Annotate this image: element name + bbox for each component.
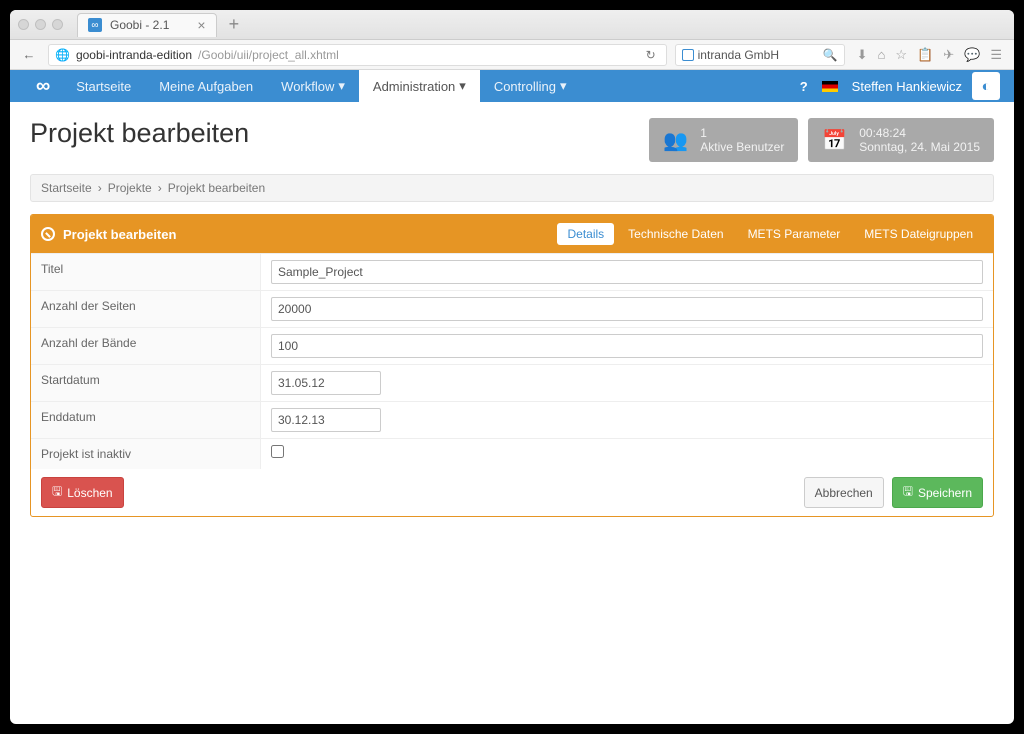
save-icon: 🖫 bbox=[52, 482, 62, 503]
main-content: Projekt bearbeiten 👥 1 Aktive Benutzer 📅… bbox=[10, 102, 1014, 724]
tab-details[interactable]: Details bbox=[557, 223, 614, 245]
search-placeholder: intranda GmbH bbox=[698, 48, 779, 62]
nav-startseite[interactable]: Startseite bbox=[62, 70, 145, 102]
save-button[interactable]: 🖫 Speichern bbox=[892, 477, 983, 508]
brand-icon: ◐ bbox=[972, 72, 1000, 100]
form-row-baende: Anzahl der Bände bbox=[31, 327, 993, 364]
reload-icon[interactable]: ↻ bbox=[642, 48, 660, 62]
panel-footer: 🖫 Löschen Abbrechen 🖫 Speichern bbox=[31, 469, 993, 516]
browser-toolbar-icons: ⬇ ⌂ ☆ 📋 ✈ 💬 ☰ bbox=[853, 47, 1006, 63]
form-row-startdatum: Startdatum bbox=[31, 364, 993, 401]
label-inaktiv: Projekt ist inaktiv bbox=[31, 439, 261, 469]
cancel-button[interactable]: Abbrechen bbox=[804, 477, 884, 508]
star-icon[interactable]: ☆ bbox=[895, 47, 907, 63]
minimize-dot[interactable] bbox=[35, 19, 46, 30]
label-titel: Titel bbox=[31, 254, 261, 290]
label-startdatum: Startdatum bbox=[31, 365, 261, 401]
tab-title: Goobi - 2.1 bbox=[110, 18, 169, 32]
search-icon: 🔍 bbox=[823, 48, 838, 62]
delete-button[interactable]: 🖫 Löschen bbox=[41, 477, 124, 508]
clipboard-icon[interactable]: 📋 bbox=[917, 47, 933, 63]
address-bar[interactable]: 🌐 goobi-intranda-edition/Goobi/uii/proje… bbox=[48, 44, 667, 66]
save-icon: 🖫 bbox=[903, 482, 913, 503]
globe-icon: 🌐 bbox=[55, 48, 70, 62]
input-enddatum[interactable] bbox=[271, 408, 381, 432]
panel-title: Projekt bearbeiten bbox=[63, 227, 176, 242]
home-icon[interactable]: ⌂ bbox=[878, 47, 886, 63]
chat-icon[interactable]: 💬 bbox=[964, 47, 980, 63]
breadcrumb: Startseite › Projekte › Projekt bearbeit… bbox=[30, 174, 994, 202]
app-logo[interactable]: ∞ bbox=[22, 70, 62, 102]
tab-mets-dateigruppen[interactable]: METS Dateigruppen bbox=[854, 223, 983, 245]
form-row-inaktiv: Projekt ist inaktiv bbox=[31, 438, 993, 469]
browser-urlbar: ← 🌐 goobi-intranda-edition/Goobi/uii/pro… bbox=[10, 40, 1014, 70]
label-seiten: Anzahl der Seiten bbox=[31, 291, 261, 327]
breadcrumb-link-0[interactable]: Startseite bbox=[41, 181, 92, 195]
form-row-titel: Titel bbox=[31, 253, 993, 290]
panel-tabs: Details Technische Daten METS Parameter … bbox=[557, 223, 983, 245]
input-startdatum[interactable] bbox=[271, 371, 381, 395]
chevron-down-icon: ▾ bbox=[338, 78, 345, 94]
active-users-box[interactable]: 👥 1 Aktive Benutzer bbox=[649, 118, 798, 162]
input-seiten[interactable] bbox=[271, 297, 983, 321]
label-baende: Anzahl der Bände bbox=[31, 328, 261, 364]
url-host: goobi-intranda-edition bbox=[76, 48, 192, 62]
active-users-count: 1 bbox=[700, 126, 784, 140]
search-engine-icon bbox=[682, 49, 694, 61]
time-value: 00:48:24 bbox=[859, 126, 980, 140]
tab-technische-daten[interactable]: Technische Daten bbox=[618, 223, 733, 245]
help-icon[interactable]: ? bbox=[800, 79, 808, 94]
chevron-down-icon: ▾ bbox=[560, 78, 567, 94]
input-baende[interactable] bbox=[271, 334, 983, 358]
panel-icon bbox=[41, 227, 55, 241]
users-icon: 👥 bbox=[663, 128, 688, 153]
download-icon[interactable]: ⬇ bbox=[857, 47, 868, 63]
nav-controlling[interactable]: Controlling▾ bbox=[480, 70, 581, 102]
window-controls bbox=[18, 19, 63, 30]
date-value: Sonntag, 24. Mai 2015 bbox=[859, 140, 980, 154]
breadcrumb-sep: › bbox=[158, 181, 162, 195]
browser-tabbar: ∞ Goobi - 2.1 × + bbox=[10, 10, 1014, 40]
user-menu[interactable]: Steffen Hankiewicz ◐ bbox=[852, 72, 1000, 100]
maximize-dot[interactable] bbox=[52, 19, 63, 30]
breadcrumb-current: Projekt bearbeiten bbox=[168, 181, 265, 195]
time-box: 📅 00:48:24 Sonntag, 24. Mai 2015 bbox=[808, 118, 994, 162]
favicon-icon: ∞ bbox=[88, 18, 102, 32]
browser-search[interactable]: intranda GmbH 🔍 bbox=[675, 44, 845, 66]
calendar-icon: 📅 bbox=[822, 128, 847, 153]
edit-project-panel: Projekt bearbeiten Details Technische Da… bbox=[30, 214, 994, 517]
back-button[interactable]: ← bbox=[18, 44, 40, 66]
breadcrumb-sep: › bbox=[98, 181, 102, 195]
active-users-label: Aktive Benutzer bbox=[700, 140, 784, 154]
page-title: Projekt bearbeiten bbox=[30, 118, 639, 149]
send-icon[interactable]: ✈ bbox=[943, 47, 954, 63]
menu-icon[interactable]: ☰ bbox=[990, 47, 1002, 63]
chevron-down-icon: ▾ bbox=[459, 78, 466, 94]
form-row-enddatum: Enddatum bbox=[31, 401, 993, 438]
new-tab-button[interactable]: + bbox=[223, 14, 246, 35]
input-titel[interactable] bbox=[271, 260, 983, 284]
user-name: Steffen Hankiewicz bbox=[852, 79, 962, 94]
nav-administration[interactable]: Administration▾ bbox=[359, 70, 480, 102]
browser-tab[interactable]: ∞ Goobi - 2.1 × bbox=[77, 13, 217, 37]
flag-de-icon[interactable] bbox=[822, 81, 838, 92]
close-dot[interactable] bbox=[18, 19, 29, 30]
form-row-seiten: Anzahl der Seiten bbox=[31, 290, 993, 327]
breadcrumb-link-1[interactable]: Projekte bbox=[108, 181, 152, 195]
app-topnav: ∞ Startseite Meine Aufgaben Workflow▾ Ad… bbox=[10, 70, 1014, 102]
nav-workflow[interactable]: Workflow▾ bbox=[267, 70, 359, 102]
panel-header: Projekt bearbeiten Details Technische Da… bbox=[31, 215, 993, 253]
tab-close-icon[interactable]: × bbox=[197, 17, 205, 33]
nav-meine-aufgaben[interactable]: Meine Aufgaben bbox=[145, 70, 267, 102]
checkbox-inaktiv[interactable] bbox=[271, 445, 284, 458]
tab-mets-parameter[interactable]: METS Parameter bbox=[738, 223, 851, 245]
label-enddatum: Enddatum bbox=[31, 402, 261, 438]
url-path: /Goobi/uii/project_all.xhtml bbox=[198, 48, 339, 62]
